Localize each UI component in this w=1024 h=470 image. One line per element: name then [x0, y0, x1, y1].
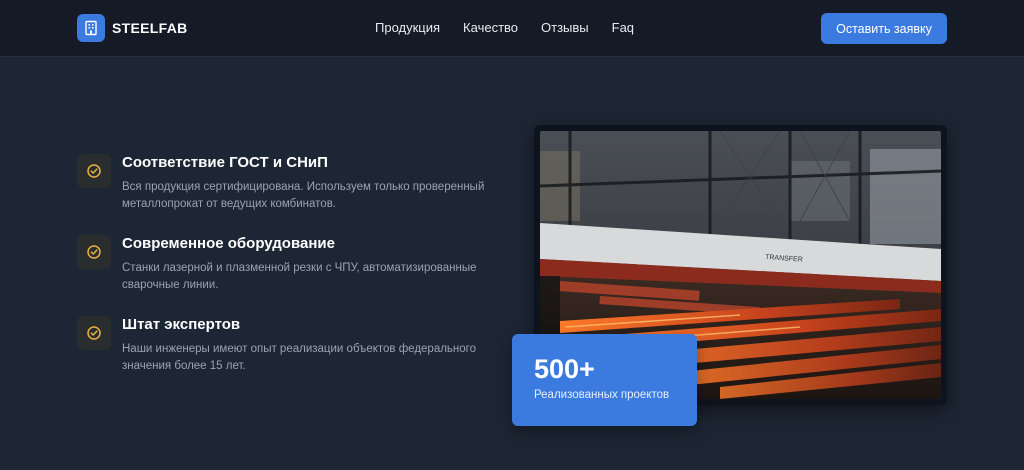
nav-item-faq[interactable]: Faq: [612, 20, 634, 36]
projects-stat-card: 500+ Реализованных проектов: [512, 334, 697, 426]
nav-item-products[interactable]: Продукция: [375, 20, 440, 36]
building-icon: [77, 14, 105, 42]
feature-description: Наши инженеры имеют опыт реализации объе…: [122, 343, 477, 372]
brand-name: STEELFAB: [112, 20, 188, 36]
brand-logo[interactable]: STEELFAB: [77, 14, 188, 42]
feature-title: Соответствие ГОСТ и СНиП: [122, 154, 328, 171]
nav-item-reviews[interactable]: Отзывы: [541, 20, 589, 36]
feature-description: Вся продукция сертифицирована. Используе…: [122, 181, 485, 210]
feature-title: Штат экспертов: [122, 316, 241, 333]
stat-value: 500+: [534, 354, 595, 384]
submit-request-button[interactable]: Оставить заявку: [821, 13, 947, 44]
feature-description: Станки лазерной и плазменной резки с ЧПУ…: [122, 262, 477, 291]
check-circle-icon: [77, 235, 111, 269]
check-circle-icon: [77, 316, 111, 350]
main-nav: Продукция Качество Отзывы Faq: [375, 20, 657, 36]
check-circle-icon: [77, 154, 111, 188]
feature-title: Современное оборудование: [122, 235, 335, 252]
stat-label: Реализованных проектов: [534, 389, 670, 401]
site-header: STEELFAB Продукция Качество Отзывы Faq О…: [0, 0, 1024, 57]
nav-item-quality[interactable]: Качество: [463, 20, 518, 36]
